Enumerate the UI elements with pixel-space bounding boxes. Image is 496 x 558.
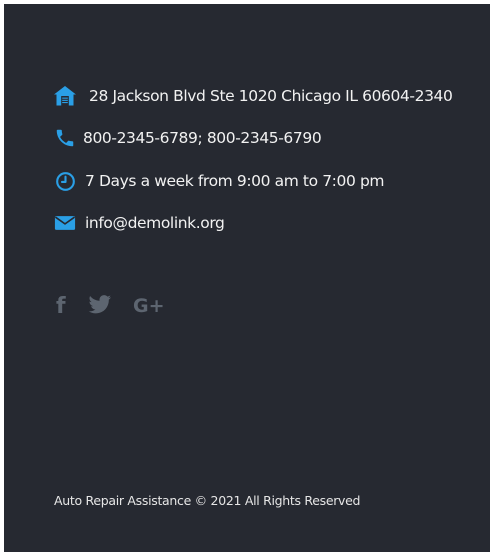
svg-text:G+: G+	[133, 295, 165, 317]
email-link[interactable]: info@demolink.org	[85, 214, 225, 232]
copyright-text: Auto Repair Assistance © 2021 All Rights…	[54, 493, 361, 508]
social-links: f G+	[54, 292, 166, 318]
footer-panel: 28 Jackson Blvd Ste 1020 Chicago IL 6060…	[4, 4, 490, 552]
home-icon	[53, 84, 77, 108]
phone-icon	[53, 126, 77, 150]
hours-text: 7 Days a week from 9:00 am to 7:00 pm	[85, 172, 385, 190]
envelope-icon	[53, 211, 77, 235]
contact-phone: 800-2345-6789; 800-2345-6790	[53, 126, 322, 150]
clock-icon	[53, 169, 77, 193]
svg-text:f: f	[56, 294, 66, 317]
contact-address: 28 Jackson Blvd Ste 1020 Chicago IL 6060…	[53, 84, 453, 108]
facebook-icon[interactable]: f	[54, 292, 68, 318]
contact-email[interactable]: info@demolink.org	[53, 211, 225, 235]
contact-hours: 7 Days a week from 9:00 am to 7:00 pm	[53, 169, 384, 193]
google-plus-icon[interactable]: G+	[132, 292, 166, 318]
address-text: 28 Jackson Blvd Ste 1020 Chicago IL 6060…	[89, 87, 453, 105]
phone-text: 800-2345-6789; 800-2345-6790	[83, 129, 322, 147]
twitter-icon[interactable]	[88, 292, 112, 318]
